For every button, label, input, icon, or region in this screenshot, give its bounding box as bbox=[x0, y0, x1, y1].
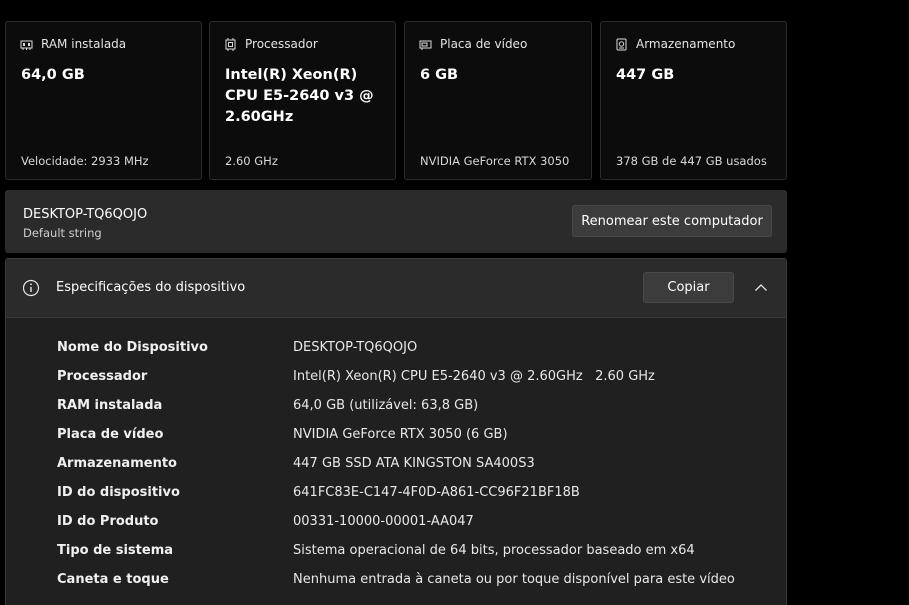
device-specs-panel: Especificações do dispositivo Copiar Nom… bbox=[5, 258, 787, 605]
spec-row-device-name: Nome do Dispositivo DESKTOP-TQ6QOJO bbox=[6, 334, 786, 363]
gpu-card-label: Placa de vídeo bbox=[440, 37, 528, 51]
spec-value: Nenhuma entrada à caneta ou por toque di… bbox=[293, 572, 735, 587]
storage-card-label: Armazenamento bbox=[636, 37, 736, 51]
computer-name: DESKTOP-TQ6QOJO bbox=[23, 207, 148, 222]
storage-card: Armazenamento 447 GB 378 GB de 447 GB us… bbox=[600, 21, 787, 180]
processor-card-speed: 2.60 GHz bbox=[225, 154, 278, 168]
copy-button[interactable]: Copiar bbox=[643, 272, 734, 303]
computer-name-section: DESKTOP-TQ6QOJO Default string Renomear … bbox=[5, 190, 787, 253]
summary-cards: RAM instalada 64,0 GB Velocidade: 2933 M… bbox=[5, 21, 787, 182]
chevron-up-icon[interactable] bbox=[754, 280, 768, 294]
ram-card-value: 64,0 GB bbox=[21, 67, 85, 83]
gpu-card-value: 6 GB bbox=[420, 67, 459, 83]
spec-key: Caneta e toque bbox=[57, 572, 169, 587]
spec-value: DESKTOP-TQ6QOJO bbox=[293, 340, 418, 355]
spec-key: Placa de vídeo bbox=[57, 427, 164, 442]
storage-card-usage: 378 GB de 447 GB usados bbox=[616, 154, 767, 168]
spec-key: Processador bbox=[57, 369, 148, 384]
spec-key: ID do Produto bbox=[57, 514, 159, 529]
spec-value: 447 GB SSD ATA KINGSTON SA400S3 bbox=[293, 456, 535, 471]
storage-icon bbox=[615, 38, 628, 51]
spec-row-gpu: Placa de vídeo NVIDIA GeForce RTX 3050 (… bbox=[6, 421, 786, 450]
spec-value: Sistema operacional de 64 bits, processa… bbox=[293, 543, 695, 558]
spec-key: Armazenamento bbox=[57, 456, 177, 471]
spec-key: RAM instalada bbox=[57, 398, 163, 413]
spec-key: ID do dispositivo bbox=[57, 485, 180, 500]
gpu-card: Placa de vídeo 6 GB NVIDIA GeForce RTX 3… bbox=[404, 21, 592, 180]
ram-icon bbox=[20, 38, 33, 51]
processor-card-label: Processador bbox=[245, 37, 318, 51]
ram-card-speed: Velocidade: 2933 MHz bbox=[21, 154, 149, 168]
spec-key: Tipo de sistema bbox=[57, 543, 174, 558]
system-about-page: RAM instalada 64,0 GB Velocidade: 2933 M… bbox=[0, 0, 909, 605]
ram-card: RAM instalada 64,0 GB Velocidade: 2933 M… bbox=[5, 21, 202, 180]
processor-card-value: Intel(R) Xeon(R) CPU E5-2640 v3 @ 2.60GH… bbox=[225, 67, 374, 125]
processor-card: Processador Intel(R) Xeon(R) CPU E5-2640… bbox=[209, 21, 396, 180]
spec-value: 00331-10000-00001-AA047 bbox=[293, 514, 474, 529]
storage-card-value: 447 GB bbox=[616, 67, 675, 83]
gpu-card-model: NVIDIA GeForce RTX 3050 bbox=[420, 154, 570, 168]
spec-row-ram: RAM instalada 64,0 GB (utilizável: 63,8 … bbox=[6, 392, 786, 421]
rename-computer-button[interactable]: Renomear este computador bbox=[572, 205, 772, 237]
processor-icon bbox=[224, 37, 237, 51]
device-specs-list: Nome do Dispositivo DESKTOP-TQ6QOJO Proc… bbox=[6, 334, 786, 595]
spec-value: Intel(R) Xeon(R) CPU E5-2640 v3 @ 2.60GH… bbox=[293, 369, 655, 384]
spec-value: 64,0 GB (utilizável: 63,8 GB) bbox=[293, 398, 479, 413]
spec-row-storage: Armazenamento 447 GB SSD ATA KINGSTON SA… bbox=[6, 450, 786, 479]
device-specs-header[interactable]: Especificações do dispositivo Copiar bbox=[6, 259, 786, 318]
spec-row-device-id: ID do dispositivo 641FC83E-C147-4F0D-A86… bbox=[6, 479, 786, 508]
spec-value: 641FC83E-C147-4F0D-A861-CC96F21BF18B bbox=[293, 485, 580, 500]
info-icon bbox=[22, 279, 40, 297]
spec-key: Nome do Dispositivo bbox=[57, 340, 208, 355]
computer-subtitle: Default string bbox=[23, 226, 102, 240]
spec-row-system-type: Tipo de sistema Sistema operacional de 6… bbox=[6, 537, 786, 566]
spec-value: NVIDIA GeForce RTX 3050 (6 GB) bbox=[293, 427, 508, 442]
spec-row-processor: Processador Intel(R) Xeon(R) CPU E5-2640… bbox=[6, 363, 786, 392]
spec-row-pen-touch: Caneta e toque Nenhuma entrada à caneta … bbox=[6, 566, 786, 595]
spec-row-product-id: ID do Produto 00331-10000-00001-AA047 bbox=[6, 508, 786, 537]
ram-card-label: RAM instalada bbox=[41, 37, 127, 51]
device-specs-title: Especificações do dispositivo bbox=[56, 280, 246, 295]
gpu-icon bbox=[419, 38, 432, 51]
